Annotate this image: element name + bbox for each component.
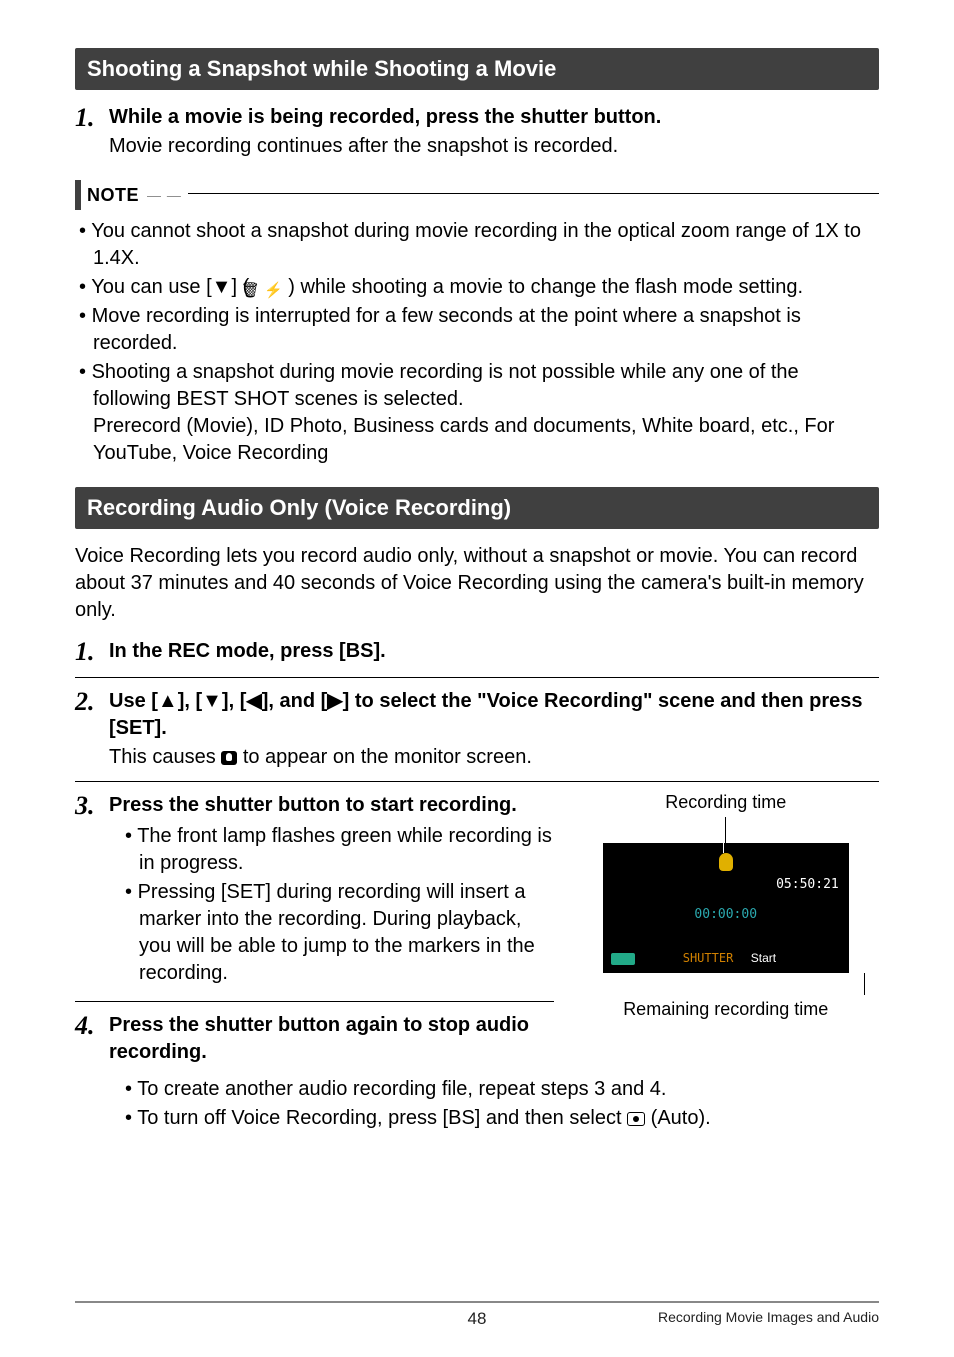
footer-rule (75, 1301, 879, 1303)
step-desc-part1: This causes (109, 746, 221, 768)
s2-step-4: 4. Press the shutter button again to sto… (75, 1012, 554, 1066)
fig-callout-line-top (725, 817, 726, 843)
note-bullet-4: Shooting a snapshot during movie recordi… (75, 359, 879, 467)
fig-inner-line (723, 843, 724, 853)
step-description: Movie recording continues after the snap… (109, 133, 879, 160)
step-heading: Press the shutter button again to stop a… (109, 1012, 554, 1066)
footer-section-name: Recording Movie Images and Audio (658, 1309, 879, 1325)
step-number: 3. (75, 792, 109, 821)
note-bullets: You cannot shoot a snapshot during movie… (75, 218, 879, 467)
step-number: 4. (75, 1012, 109, 1041)
note-bullet-1: You cannot shoot a snapshot during movie… (75, 218, 879, 272)
fig-remaining-time: 05:50:21 (776, 877, 839, 892)
mic-indicator-icon (719, 853, 733, 871)
note-header: NOTE — — (75, 180, 879, 210)
separator (75, 677, 879, 678)
step-3-bullet-1: The front lamp flashes green while recor… (109, 823, 554, 877)
step-heading: Press the shutter button to start record… (109, 792, 554, 819)
page-footer: 48 Recording Movie Images and Audio (0, 1301, 954, 1325)
step-3-bullets: The front lamp flashes green while recor… (109, 823, 554, 987)
note-bullet-4-cont: Prerecord (Movie), ID Photo, Business ca… (93, 413, 879, 467)
section-title-1: Shooting a Snapshot while Shooting a Mov… (75, 48, 879, 90)
note-bullet-3: Move recording is interrupted for a few … (75, 303, 879, 357)
note-bullet-2: You can use [▼] ( 🗑 ⚡ ) while shooting a… (75, 274, 879, 301)
note-bullet-2a: You can use [▼] ( (91, 276, 249, 298)
s2-step-2: 2. Use [▲], [▼], [◀], and [▶] to select … (75, 688, 879, 771)
step-3-bullet-2: Pressing [SET] during recording will ins… (109, 879, 554, 987)
note-label: NOTE (87, 185, 139, 206)
step-number: 1. (75, 638, 109, 667)
step-desc-part2: to appear on the monitor screen. (237, 746, 532, 768)
fig-elapsed-time: 00:00:00 (694, 907, 757, 922)
section-2-para: Voice Recording lets you record audio on… (75, 543, 879, 624)
auto-mode-icon (627, 1112, 645, 1126)
step-heading: While a movie is being recorded, press t… (109, 104, 879, 131)
s2-step-1: 1. In the REC mode, press [BS]. (75, 638, 879, 667)
mic-icon (221, 751, 237, 765)
fig-start-label: Start (751, 951, 776, 965)
separator (75, 781, 879, 782)
page-number: 48 (468, 1309, 487, 1329)
note-bullet-2b: ) while shooting a movie to change the f… (288, 276, 803, 298)
note-bullet-4-text: Shooting a snapshot during movie recordi… (92, 361, 799, 410)
fig-callout-line-bottom (864, 973, 865, 995)
step-4-bullets: To create another audio recording file, … (109, 1076, 879, 1132)
camera-screen-figure: 05:50:21 00:00:00 SHUTTER Start (603, 843, 849, 973)
step-1: 1. While a movie is being recorded, pres… (75, 104, 879, 160)
note-dashes-icon: — — (147, 187, 182, 203)
step-4-bullet-1: To create another audio recording file, … (109, 1076, 879, 1103)
step-heading: In the REC mode, press [BS]. (109, 638, 879, 665)
fig-top-label: Recording time (572, 792, 879, 813)
separator (75, 1001, 554, 1002)
battery-icon (611, 953, 635, 965)
s2-step-3: 3. Press the shutter button to start rec… (75, 792, 554, 989)
step-number: 2. (75, 688, 109, 717)
step-4-bullet-2: To turn off Voice Recording, press [BS] … (109, 1105, 879, 1132)
trash-flash-icon: 🗑 ⚡ (255, 281, 283, 301)
step-4-bullet-2b: (Auto). (645, 1107, 711, 1129)
step-description: This causes to appear on the monitor scr… (109, 744, 879, 771)
fig-shutter-label: SHUTTER (683, 951, 734, 965)
step-number: 1. (75, 104, 109, 133)
note-rule (188, 193, 879, 194)
fig-bottom-label: Remaining recording time (572, 999, 879, 1020)
step-heading: Use [▲], [▼], [◀], and [▶] to select the… (109, 688, 879, 742)
note-bar-icon (75, 180, 81, 210)
step-4-bullet-2a: To turn off Voice Recording, press [BS] … (137, 1107, 627, 1129)
section-title-2: Recording Audio Only (Voice Recording) (75, 487, 879, 529)
